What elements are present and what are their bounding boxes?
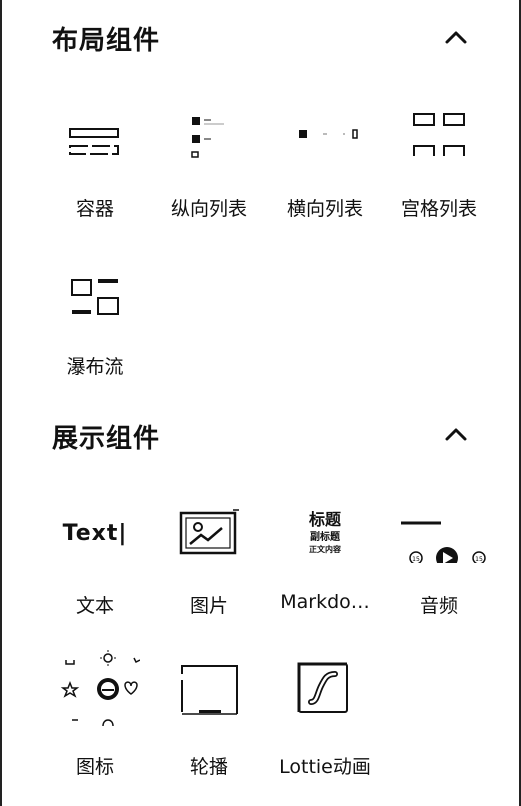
icons-icon xyxy=(37,648,153,728)
component-label: 横向列表 xyxy=(286,198,363,220)
svg-text:15: 15 xyxy=(475,556,483,563)
image-icon xyxy=(151,493,267,573)
component-vertical-list[interactable]: 纵向列表 xyxy=(151,94,267,244)
component-label: 容器 xyxy=(75,198,114,220)
carousel-icon xyxy=(151,648,267,728)
markdown-icon: 标题 副标题 正文内容 xyxy=(267,493,383,573)
vertical-list-icon xyxy=(151,94,267,174)
component-image[interactable]: 图片 xyxy=(151,493,267,643)
markdown-icon-body: 正文内容 xyxy=(308,544,341,554)
component-icons[interactable]: 图标 xyxy=(37,648,153,798)
text-icon: Text| xyxy=(37,493,153,573)
component-markdown[interactable]: 标题 副标题 正文内容 Markdo… xyxy=(267,493,383,643)
component-label: 宫格列表 xyxy=(400,198,477,220)
component-label: 图片 xyxy=(189,595,228,617)
text-icon-sample: Text| xyxy=(62,520,128,546)
component-label: 轮播 xyxy=(189,756,228,778)
chevron-up-icon xyxy=(445,428,467,441)
component-label: 文本 xyxy=(75,595,114,617)
component-horizontal-list[interactable]: 横向列表 xyxy=(267,94,383,244)
component-label: Markdo… xyxy=(280,591,370,613)
section-title-layout: 布局组件 xyxy=(52,26,161,56)
markdown-icon-title: 标题 xyxy=(308,510,341,530)
chevron-up-icon xyxy=(445,31,467,44)
component-label: 音频 xyxy=(419,595,458,617)
component-lottie[interactable]: Lottie动画 xyxy=(267,648,383,798)
component-text[interactable]: Text| 文本 xyxy=(37,493,153,643)
component-waterfall[interactable]: 瀑布流 xyxy=(37,252,153,402)
waterfall-icon xyxy=(37,252,153,332)
svg-text:15: 15 xyxy=(412,556,420,563)
audio-icon: 15 15 xyxy=(381,493,497,573)
collapse-display-button[interactable] xyxy=(440,419,472,451)
component-carousel[interactable]: 轮播 xyxy=(151,648,267,798)
component-container[interactable]: 容器 xyxy=(37,94,153,244)
section-title-display: 展示组件 xyxy=(52,424,161,454)
component-label: 瀑布流 xyxy=(66,356,124,378)
horizontal-list-icon xyxy=(267,94,383,174)
component-label: Lottie动画 xyxy=(279,756,371,778)
component-audio[interactable]: 15 15 音频 xyxy=(381,493,497,643)
component-label: 纵向列表 xyxy=(170,198,247,220)
window-border-left xyxy=(0,0,2,806)
component-grid-list[interactable]: 宫格列表 xyxy=(381,94,497,244)
collapse-layout-button[interactable] xyxy=(440,22,472,54)
grid-list-icon xyxy=(381,94,497,174)
lottie-icon xyxy=(267,648,383,728)
markdown-icon-subtitle: 副标题 xyxy=(309,531,340,543)
container-icon xyxy=(37,94,153,174)
component-label: 图标 xyxy=(75,756,114,778)
